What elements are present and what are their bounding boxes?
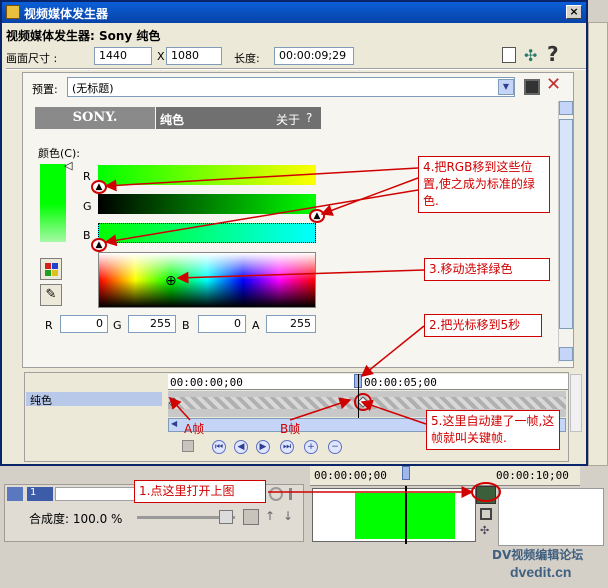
annotation-arrows bbox=[104, 167, 501, 502]
annotation-3: 3.移动选择绿色 bbox=[424, 258, 550, 281]
arrow-b-frame bbox=[289, 397, 352, 421]
annotation-1: 1.点这里打开上图 bbox=[134, 480, 266, 503]
annotation-4: 4.把RGB移到这些位置,使之成为标准的绿色. bbox=[418, 156, 550, 213]
b-frame-label: B帧 bbox=[280, 422, 301, 436]
arrow-4b bbox=[320, 177, 419, 216]
arrow-a-frame bbox=[168, 396, 191, 421]
arrow-4a bbox=[104, 167, 419, 192]
arrow-3 bbox=[176, 269, 425, 284]
annotation-2: 2.把光标移到5秒 bbox=[424, 314, 542, 337]
arrow-2 bbox=[360, 325, 425, 377]
a-frame-label: A帧 bbox=[184, 422, 205, 436]
arrow-5 bbox=[360, 399, 427, 425]
annotation-5: 5.这里自动建了一帧,这帧就叫关键帧. bbox=[426, 410, 560, 450]
media-fx-highlight-ring bbox=[471, 482, 501, 502]
arrow-4c bbox=[104, 189, 419, 247]
